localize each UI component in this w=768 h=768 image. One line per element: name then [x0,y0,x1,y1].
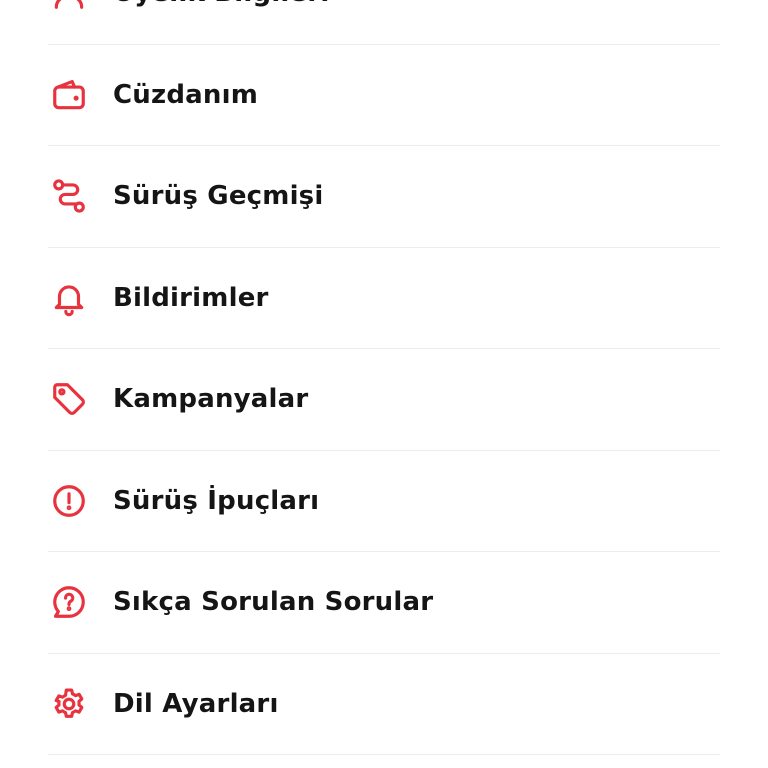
user-icon [49,0,89,13]
menu-item-label: Dil Ayarları [113,688,279,719]
route-icon [49,176,89,216]
menu-item-label: Sürüş İpuçları [113,485,320,516]
menu-item-surus-ipuclari[interactable]: Sürüş İpuçları [48,451,720,552]
menu-item-surus-gecmisi[interactable]: Sürüş Geçmişi [48,146,720,248]
wallet-icon [49,75,89,115]
menu-item-dil-ayarlari[interactable]: Dil Ayarları [48,654,720,755]
menu-item-label: Kampanyalar [113,384,309,415]
profile-menu: Üyelik Bilgileri Cüzdanım Sürüş Geçmişi … [0,0,768,755]
menu-item-label: Cüzdanım [113,79,258,110]
alert-circle-icon [49,481,89,521]
menu-item-label: Sürüş Geçmişi [113,181,324,212]
menu-item-label: Bildirimler [113,282,269,313]
menu-item-kampanyalar[interactable]: Kampanyalar [48,349,720,451]
menu-item-label: Sıkça Sorulan Sorular [113,587,434,618]
question-bubble-icon [49,582,89,622]
tag-icon [49,379,89,419]
menu-item-bildirimler[interactable]: Bildirimler [48,248,720,349]
menu-item-cuzdanim[interactable]: Cüzdanım [48,45,720,146]
bell-icon [49,278,89,318]
menu-item-label: Üyelik Bilgileri [113,0,330,8]
menu-item-uyelik-bilgileri[interactable]: Üyelik Bilgileri [48,0,720,45]
menu-item-sikca-sorulan-sorular[interactable]: Sıkça Sorulan Sorular [48,552,720,654]
gear-icon [49,684,89,724]
